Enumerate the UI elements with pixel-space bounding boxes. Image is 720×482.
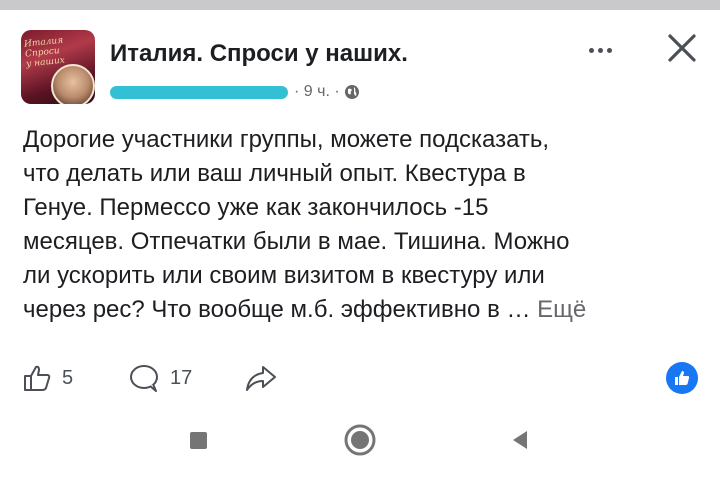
post-text-line-last: через рес? Что вообще м.б. эффективно в … [23, 293, 703, 327]
triangle-back-icon [513, 431, 527, 449]
close-icon [668, 34, 696, 62]
more-options-button[interactable] [582, 38, 618, 62]
square-icon [189, 431, 207, 449]
more-options-dot [606, 47, 612, 53]
top-divider [0, 0, 720, 10]
avatar-photo [51, 64, 95, 104]
post-actions: 5 17 [0, 358, 720, 398]
like-reaction-icon [675, 371, 690, 385]
more-options-dot [597, 47, 603, 53]
see-more-link[interactable]: Ещё [537, 296, 586, 323]
back-button[interactable] [506, 426, 534, 454]
post-time[interactable]: · 9 ч. · [294, 83, 340, 101]
post-text-line: месяцев. Отпечатки были в мае. Тишина. М… [23, 228, 570, 255]
comment-button[interactable]: 17 [128, 358, 192, 398]
group-avatar[interactable]: Италия Спроси у наших [21, 30, 95, 104]
post-text-line: Дорогие участники группы, можете подсказ… [23, 126, 550, 153]
like-button[interactable]: 5 [22, 358, 73, 398]
group-name[interactable]: Италия. Спроси у наших. [110, 40, 408, 68]
like-reaction-badge[interactable] [666, 362, 698, 394]
avatar-logo-text: Италия Спроси у наших [23, 35, 66, 70]
more-options-icon [588, 47, 594, 53]
post-text-line: Генуе. Пермессо уже как закончилось -15 [23, 194, 489, 221]
post-text-line: ли ускорить или своим визитом в квестуру… [23, 262, 545, 289]
globe-icon [344, 84, 360, 100]
thumbs-up-icon [24, 365, 51, 391]
android-navigation-bar [0, 400, 720, 482]
home-button[interactable] [342, 422, 378, 458]
post-text-truncated: через рес? Что вообще м.б. эффективно в … [23, 296, 538, 323]
post-meta: · 9 ч. · [110, 82, 360, 102]
share-button[interactable] [244, 358, 278, 398]
close-button[interactable] [664, 30, 700, 66]
post-text-line: что делать или ваш личный опыт. Квестура… [23, 160, 526, 187]
like-count: 5 [62, 366, 74, 389]
comment-count: 17 [170, 366, 193, 389]
author-name-redacted[interactable] [110, 85, 288, 99]
circle-icon [344, 424, 376, 456]
comment-bubble-icon [130, 365, 158, 392]
share-arrow-icon [246, 366, 276, 391]
post-text: Дорогие участники группы, можете подсказ… [23, 123, 703, 343]
recent-apps-button[interactable] [184, 426, 212, 454]
